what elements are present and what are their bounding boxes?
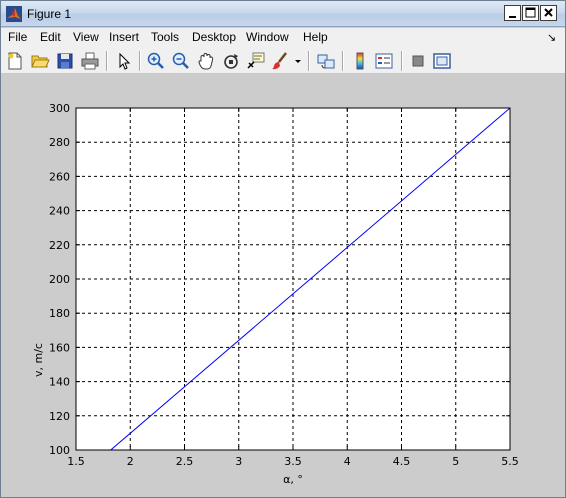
menu-view[interactable]: View bbox=[73, 30, 99, 44]
zoom-in-icon[interactable] bbox=[146, 51, 166, 71]
y-tick-label: 220 bbox=[49, 239, 70, 252]
x-tick-label: 3 bbox=[235, 455, 242, 468]
x-tick-label: 2.5 bbox=[176, 455, 194, 468]
legend-icon[interactable] bbox=[374, 51, 394, 71]
y-tick-label: 160 bbox=[49, 341, 70, 354]
close-button[interactable] bbox=[540, 5, 557, 21]
y-tick-label: 240 bbox=[49, 205, 70, 218]
y-tick-label: 300 bbox=[49, 102, 70, 115]
pan-icon[interactable] bbox=[196, 51, 216, 71]
colorbar-icon[interactable] bbox=[350, 51, 370, 71]
data-cursor-icon[interactable] bbox=[246, 51, 266, 71]
zoom-out-icon[interactable] bbox=[171, 51, 191, 71]
hide-plot-tools-icon[interactable] bbox=[408, 51, 428, 71]
toolbar-separator bbox=[308, 51, 310, 71]
print-icon[interactable] bbox=[80, 51, 100, 71]
x-tick-label: 5.5 bbox=[501, 455, 519, 468]
menu-desktop[interactable]: Desktop bbox=[192, 30, 236, 44]
matlab-logo-icon bbox=[6, 6, 22, 22]
dropdown-arrow-icon[interactable] bbox=[292, 51, 304, 71]
toolbar bbox=[1, 47, 565, 74]
x-tick-label: 4 bbox=[344, 455, 351, 468]
x-axis-label: α, ° bbox=[283, 473, 303, 486]
axes[interactable]: 1.5 2 2.5 3 3.5 4 4.5 5 5.5100120140160180200220… bbox=[1, 74, 565, 497]
window-title: Figure 1 bbox=[27, 7, 72, 21]
x-tick-label: 5 bbox=[452, 455, 459, 468]
close-icon bbox=[544, 8, 553, 17]
link-plot-icon[interactable] bbox=[316, 51, 336, 71]
toolbar-separator bbox=[106, 51, 108, 71]
figure-window: Figure 1 File Edit View Insert Tools Des… bbox=[0, 0, 566, 498]
pointer-icon[interactable] bbox=[114, 51, 134, 71]
figure-canvas: 1.5 2 2.5 3 3.5 4 4.5 5 5.5 100 120 140 160 180 200 220… bbox=[1, 74, 565, 497]
y-axis-label: v, m/c bbox=[32, 343, 45, 377]
y-tick-label: 140 bbox=[49, 376, 70, 389]
y-tick-label: 180 bbox=[49, 307, 70, 320]
y-tick-label: 260 bbox=[49, 170, 70, 183]
menu-window[interactable]: Window bbox=[246, 30, 289, 44]
y-tick-label: 100 bbox=[49, 444, 70, 457]
maximize-icon bbox=[525, 7, 536, 18]
y-tick-label: 280 bbox=[49, 136, 70, 149]
y-tick-label: 120 bbox=[49, 410, 70, 423]
show-plot-tools-icon[interactable] bbox=[432, 51, 452, 71]
maximize-button[interactable] bbox=[522, 5, 539, 21]
y-tick-label: 200 bbox=[49, 273, 70, 286]
menu-tools[interactable]: Tools bbox=[151, 30, 179, 44]
x-tick-label: 3.5 bbox=[284, 455, 302, 468]
minimize-button[interactable] bbox=[504, 5, 521, 21]
toolbar-separator bbox=[139, 51, 141, 71]
brush-icon[interactable] bbox=[270, 51, 290, 71]
toolbar-separator bbox=[342, 51, 344, 71]
menu-insert[interactable]: Insert bbox=[109, 30, 139, 44]
toolbar-separator bbox=[401, 51, 403, 71]
new-figure-icon[interactable] bbox=[5, 51, 25, 71]
menu-bar: File Edit View Insert Tools Desktop Wind… bbox=[1, 28, 565, 47]
x-tick-label: 2 bbox=[127, 455, 134, 468]
menu-help[interactable]: Help bbox=[303, 30, 328, 44]
menu-file[interactable]: File bbox=[8, 30, 27, 44]
open-file-icon[interactable] bbox=[30, 51, 50, 71]
x-tick-label: 4.5 bbox=[393, 455, 411, 468]
rotate-3d-icon[interactable] bbox=[221, 51, 241, 71]
save-icon[interactable] bbox=[55, 51, 75, 71]
menu-overflow-arrow[interactable]: ↘ bbox=[547, 31, 556, 44]
menu-edit[interactable]: Edit bbox=[40, 30, 61, 44]
title-bar[interactable]: Figure 1 bbox=[1, 1, 565, 27]
minimize-icon bbox=[509, 16, 516, 18]
